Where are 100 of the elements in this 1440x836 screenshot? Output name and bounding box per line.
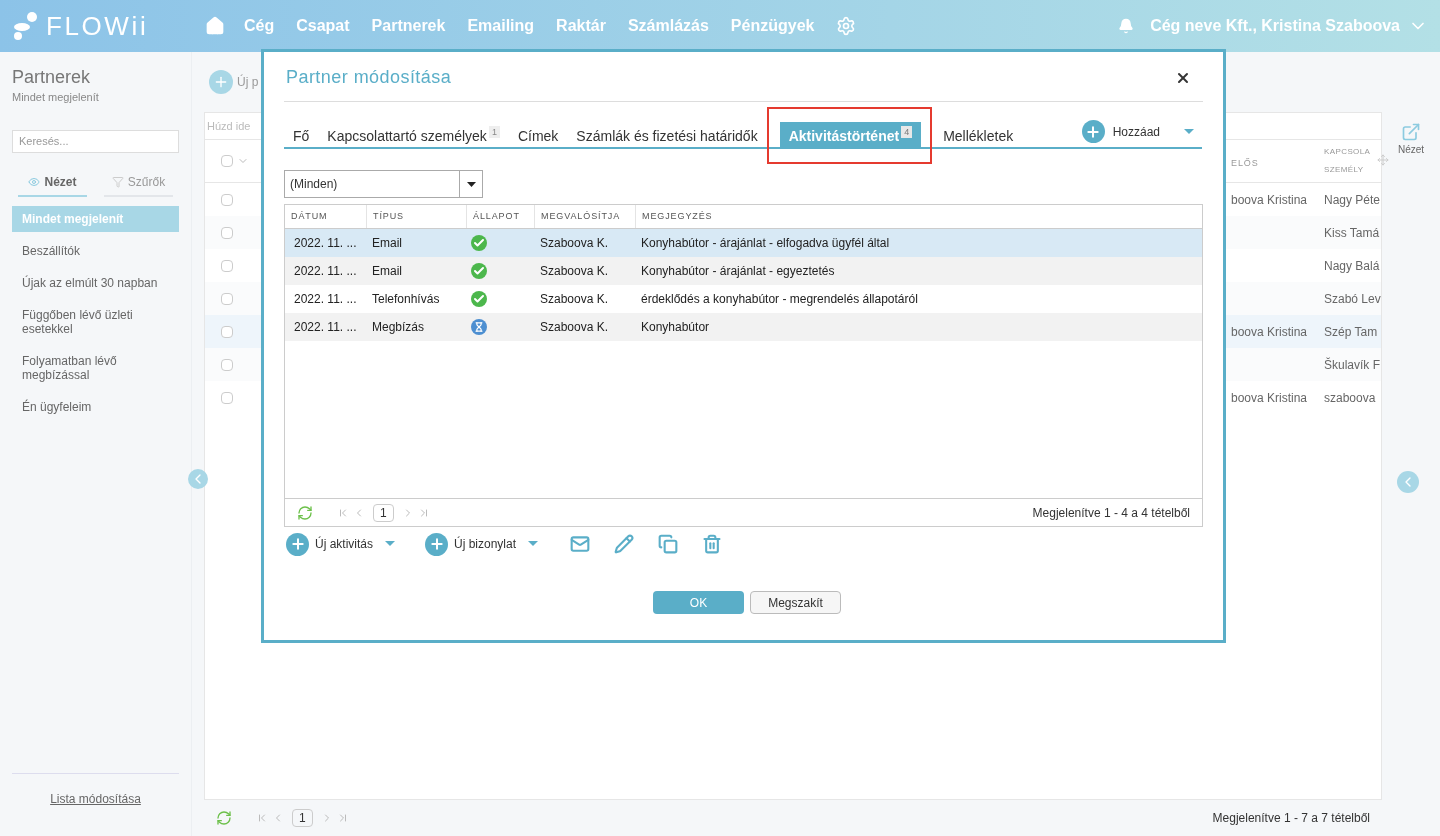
checkbox[interactable] bbox=[221, 358, 233, 371]
home-icon[interactable] bbox=[205, 16, 225, 36]
table-cell: boova Kristina bbox=[1231, 192, 1308, 207]
table-row[interactable]: 2022. 11. ... Email Szaboova K. Konyhabútor - árajánlat - elfogadva ügyfél által bbox=[285, 229, 1202, 257]
add-button[interactable]: Hozzáad bbox=[1081, 120, 1202, 143]
edit-list-link[interactable]: Lista módosítása bbox=[50, 792, 141, 806]
checkbox[interactable] bbox=[221, 391, 233, 404]
plus-icon bbox=[425, 532, 448, 556]
count-badge: 1 bbox=[488, 126, 500, 138]
move-icon bbox=[1377, 154, 1389, 166]
logo-text: FLOWii bbox=[46, 9, 149, 43]
table-cell: Nagy Péte bbox=[1324, 192, 1381, 207]
column-header: KAPCSOLA SZEMÉLY bbox=[1324, 146, 1370, 176]
check-icon bbox=[471, 263, 487, 279]
plus-icon bbox=[1081, 120, 1105, 143]
table-cell: Megbízás bbox=[372, 320, 425, 334]
cancel-button[interactable]: Megszakít bbox=[750, 591, 841, 614]
table-cell: 2022. 11. ... bbox=[294, 320, 357, 334]
pager-summary: Megjelenítve 1 - 7 a 7 tételből bbox=[1212, 810, 1370, 827]
caret-icon bbox=[385, 541, 395, 547]
checkbox[interactable] bbox=[221, 259, 233, 272]
bell-icon[interactable] bbox=[1118, 18, 1135, 34]
refresh-icon[interactable] bbox=[297, 504, 313, 521]
table-cell: boova Kristina bbox=[1231, 324, 1308, 339]
table-cell: Email bbox=[372, 264, 402, 278]
sidebar-tab[interactable]: Nézet bbox=[18, 172, 87, 197]
caret-icon bbox=[466, 181, 476, 187]
mail-icon[interactable] bbox=[570, 534, 591, 554]
table-cell: Szaboova K. bbox=[540, 236, 609, 250]
column-header: ELŐS bbox=[1231, 158, 1259, 168]
table-cell: érdeklődés a konyhabútor - megrendelés állapotáról bbox=[641, 292, 918, 306]
logo-icon bbox=[12, 11, 38, 41]
table-cell: Szép Tam bbox=[1324, 324, 1378, 339]
filter-dropdown[interactable]: (Minden) bbox=[284, 170, 483, 198]
tab[interactable]: Kapcsolattartó személyek 1 bbox=[318, 122, 509, 147]
plus-icon bbox=[286, 532, 309, 556]
tab[interactable]: Címek bbox=[508, 122, 568, 147]
table-cell: Email bbox=[372, 236, 402, 250]
table-cell: Szabó Lev bbox=[1324, 291, 1381, 306]
page-number[interactable]: 1 bbox=[373, 503, 394, 522]
table-cell: Škulavík F bbox=[1324, 357, 1380, 372]
plus-icon bbox=[209, 70, 233, 94]
page-number[interactable]: 1 bbox=[292, 809, 313, 827]
table-cell: 2022. 11. ... bbox=[294, 236, 357, 250]
checkbox[interactable] bbox=[221, 292, 233, 305]
table-cell: Szaboova K. bbox=[540, 292, 609, 306]
column-header: ÁLLAPOT bbox=[473, 209, 520, 223]
checkbox[interactable] bbox=[221, 193, 233, 206]
sidebar-item[interactable]: Újak az elmúlt 30 napban bbox=[12, 269, 179, 296]
table-cell: szaboova bbox=[1324, 390, 1376, 405]
table-row[interactable]: 2022. 11. ... Telefonhívás Szaboova K. érdeklődés a konyhabútor - megrendelés állapotáról bbox=[285, 285, 1202, 313]
group-hint: Húzd ide bbox=[207, 118, 251, 134]
sidebar-item[interactable]: Folyamatban lévő megbízással bbox=[12, 347, 179, 388]
table-cell: boova Kristina bbox=[1231, 390, 1308, 405]
table-row[interactable]: 2022. 11. ... Megbízás Szaboova K. Konyhabútor bbox=[285, 313, 1202, 341]
column-header: MEGJEGYZÉS bbox=[642, 209, 713, 223]
refresh-icon[interactable] bbox=[216, 810, 232, 826]
table-cell: Szaboova K. bbox=[540, 320, 609, 334]
action-button[interactable]: Új aktivitás bbox=[286, 532, 395, 556]
first-page-icon[interactable] bbox=[337, 506, 349, 519]
count-badge: 4 bbox=[901, 126, 913, 138]
table-cell: 2022. 11. ... bbox=[294, 292, 357, 306]
sidebar-item[interactable]: Én ügyfeleim bbox=[12, 393, 179, 420]
sidebar-title: Partnerek bbox=[12, 66, 92, 89]
search-field[interactable]: Keresés... bbox=[12, 129, 179, 153]
pager-summary: Megjelenítve 1 - 4 a 4 tételből bbox=[1032, 504, 1190, 522]
tab[interactable]: Fő bbox=[284, 122, 319, 147]
table-cell: Konyhabútor - árajánlat - elfogadva ügyfél által bbox=[641, 236, 890, 250]
trash-icon[interactable] bbox=[702, 534, 723, 554]
checkbox[interactable] bbox=[221, 226, 233, 239]
tab[interactable]: Számlák és fizetési határidők bbox=[567, 122, 767, 147]
action-button[interactable]: Új bizonylat bbox=[425, 532, 539, 556]
sidebar-item[interactable]: Beszállítók bbox=[12, 237, 179, 264]
table-cell: Konyhabútor - árajánlat - egyeztetés bbox=[641, 264, 835, 278]
copy-icon[interactable] bbox=[658, 534, 679, 554]
sidebar-subtitle: Mindet megjelenít bbox=[12, 91, 100, 103]
hourglass-icon bbox=[471, 319, 487, 335]
view-button[interactable]: Nézet bbox=[1397, 122, 1425, 157]
tab[interactable]: Aktivitástörténet 4 bbox=[779, 122, 922, 147]
table-row[interactable]: 2022. 11. ... Email Szaboova K. Konyhabútor - árajánlat - egyeztetés bbox=[285, 257, 1202, 285]
first-page-icon[interactable] bbox=[256, 812, 268, 824]
filter-icon bbox=[111, 175, 124, 188]
eye-icon bbox=[28, 175, 41, 188]
column-header: MEGVALÓSÍTJA bbox=[541, 209, 621, 223]
expand-button[interactable] bbox=[1397, 471, 1419, 493]
settings-icon[interactable] bbox=[836, 16, 857, 36]
column-header: DÁTUM bbox=[291, 209, 328, 223]
column-header: TÍPUS bbox=[373, 209, 404, 223]
table-cell: Konyhabútor bbox=[641, 320, 710, 334]
caret-icon bbox=[528, 541, 539, 547]
table-cell: Nagy Balá bbox=[1324, 258, 1380, 273]
checkbox[interactable] bbox=[221, 155, 233, 167]
checkbox[interactable] bbox=[221, 325, 233, 338]
pencil-icon[interactable] bbox=[614, 534, 635, 554]
table-cell: 2022. 11. ... bbox=[294, 264, 357, 278]
sidebar-item[interactable]: Függőben lévő üzleti esetekkel bbox=[12, 301, 179, 342]
dialog-title: Partner módosítása bbox=[286, 66, 452, 89]
external-link-icon bbox=[1401, 122, 1421, 142]
caret-icon bbox=[1184, 128, 1194, 135]
tab[interactable]: Mellékletek bbox=[934, 122, 1023, 147]
